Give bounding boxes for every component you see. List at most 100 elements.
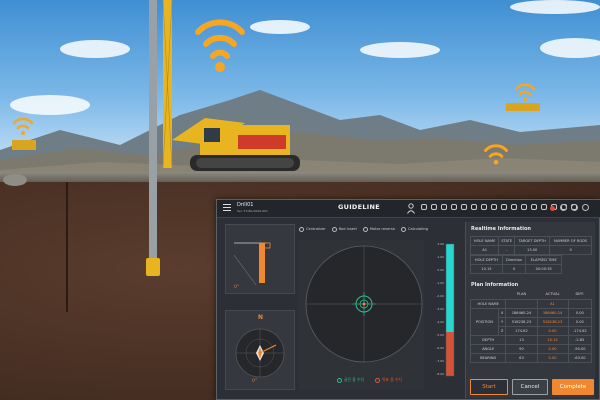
info-panel: Realtime Information HOLE NAME STATE TAR… [465, 222, 595, 398]
map-icon[interactable] [491, 204, 497, 210]
option-motor-reverse[interactable]: Motor reverse [362, 226, 395, 232]
scale-tick-label: -1.00 [436, 281, 444, 285]
top-bar: Drill01 Ser. F-DRL-0000-001 GUIDELINE [217, 200, 600, 218]
legend-target: 목표 중 수치 [375, 377, 402, 383]
start-button[interactable]: Start [470, 379, 508, 395]
grid-icon[interactable] [471, 204, 477, 210]
wifi-signal-icon [12, 117, 34, 135]
file-icon[interactable] [501, 204, 507, 210]
table-cell: 13.00 [514, 245, 551, 255]
realtime-title: Realtime Information [471, 226, 531, 232]
option-calculating[interactable]: Calculating [400, 226, 428, 232]
complete-button[interactable]: Complete [552, 379, 594, 395]
realtime-table-2: HOLE DEPTH Direction ELAPSED TIME 10.15 … [470, 255, 562, 274]
table-cell: 186460.24 [536, 307, 569, 318]
table-header: TARGET DEPTH [514, 236, 551, 246]
scale-tick-label: 2.00 [437, 242, 444, 246]
table-cell: 0 [501, 264, 527, 274]
cancel-button[interactable]: Cancel [512, 379, 548, 395]
radio-icon [299, 226, 304, 232]
wifi-signal-icon [195, 19, 245, 72]
table-cell: 186460.24 [505, 307, 538, 318]
ruler-icon[interactable] [451, 204, 457, 210]
option-rod-insert[interactable]: Rod insert [331, 226, 357, 232]
depth-angle-label: 0° [234, 285, 240, 290]
table-cell: -63.00 [567, 352, 593, 363]
table-cell: 63 [505, 352, 538, 363]
table-cell [505, 298, 538, 309]
legend-current: 굴진 중 수치 [337, 377, 364, 383]
table-cell: ANGLE [469, 343, 507, 354]
table-cell: X [497, 307, 507, 318]
wifi-signal-icon [484, 144, 508, 165]
compass-north-label: N [258, 314, 264, 321]
table-cell [498, 290, 506, 299]
table-cell: 13 [505, 334, 538, 345]
scale-tick-label: -7.00 [436, 359, 444, 363]
folder-icon[interactable] [511, 204, 517, 210]
table-cell: 174.62 [505, 325, 538, 336]
user-icon[interactable] [407, 203, 415, 214]
table-cell: DEPTH [469, 334, 507, 345]
table-cell: 0.00 [536, 343, 569, 354]
drill-name: Drill01 [237, 202, 254, 208]
table-cell: -174.62 [567, 325, 593, 336]
table-cell: 0.00 [536, 325, 569, 336]
table-cell: 518238.23 [505, 316, 538, 327]
page-title: GUIDELINE [337, 203, 380, 211]
power-icon[interactable] [582, 204, 589, 211]
chart-icon[interactable] [481, 204, 487, 210]
record-icon[interactable] [550, 206, 555, 211]
target-diagram [305, 245, 423, 363]
help-icon[interactable] [571, 204, 578, 211]
save-icon[interactable] [521, 204, 527, 210]
target-icon[interactable] [431, 204, 437, 210]
scale-tick-label: 0.00 [437, 268, 444, 272]
radio-icon [400, 226, 406, 232]
table-cell: -2.85 [567, 334, 593, 345]
print-icon[interactable] [531, 204, 537, 210]
compass [235, 328, 285, 378]
table-cell: 518238.23 [536, 316, 569, 327]
table-cell: Z [497, 325, 507, 336]
table-cell: A1 [469, 245, 500, 255]
layer-icon[interactable] [421, 204, 427, 210]
settings-icon[interactable] [560, 204, 567, 211]
scale-tick-label: 1.00 [437, 255, 444, 259]
camera-icon[interactable] [461, 204, 467, 210]
table-header: DIFF. [575, 292, 585, 297]
table-cell: 10.15 [536, 334, 569, 345]
table-cell: BEARING [469, 352, 507, 363]
scale-tick-label: -6.00 [436, 346, 444, 350]
realtime-table: HOLE NAME STATE TARGET DEPTH NUMBER OF R… [469, 236, 592, 255]
window-icons [560, 204, 589, 211]
crosshair-icon [337, 377, 342, 383]
compass-angle-label: 0° [252, 379, 258, 384]
pencil-icon[interactable] [441, 204, 447, 210]
table-cell [567, 298, 593, 309]
radio-icon [362, 226, 368, 232]
depth-side-view: 0° [225, 224, 295, 294]
compass-view: N 0° [225, 310, 295, 390]
table-cell: 00:00:35 [525, 264, 562, 274]
crosshair-icon [375, 377, 380, 383]
table-cell: - [498, 245, 516, 255]
table-header: NUMBER OF RODS [549, 236, 592, 246]
table-header: HOLE DEPTH [470, 255, 503, 265]
drill-serial: Ser. F-DRL-0000-001 [237, 209, 268, 213]
table-cell: 0.00 [567, 316, 593, 327]
export-icon[interactable] [541, 204, 547, 210]
table-cell: -90.00 [567, 343, 593, 354]
scale-tick-label: -5.00 [436, 333, 444, 337]
option-centralizer[interactable]: Centralizer [299, 226, 326, 232]
table-header: HOLE NAME [469, 236, 500, 246]
table-cell: 90 [505, 343, 538, 354]
scale-tick-label: -2.00 [436, 294, 444, 298]
table-cell: POSITION [470, 307, 499, 336]
menu-icon[interactable] [223, 204, 231, 212]
table-cell: 0.00 [567, 307, 593, 318]
table-cell: Y [497, 316, 507, 327]
table-header: ELAPSED TIME [525, 255, 562, 265]
table-cell [471, 290, 499, 299]
guideline-panel: Drill01 Ser. F-DRL-0000-001 GUIDELINE 0°… [216, 199, 600, 400]
